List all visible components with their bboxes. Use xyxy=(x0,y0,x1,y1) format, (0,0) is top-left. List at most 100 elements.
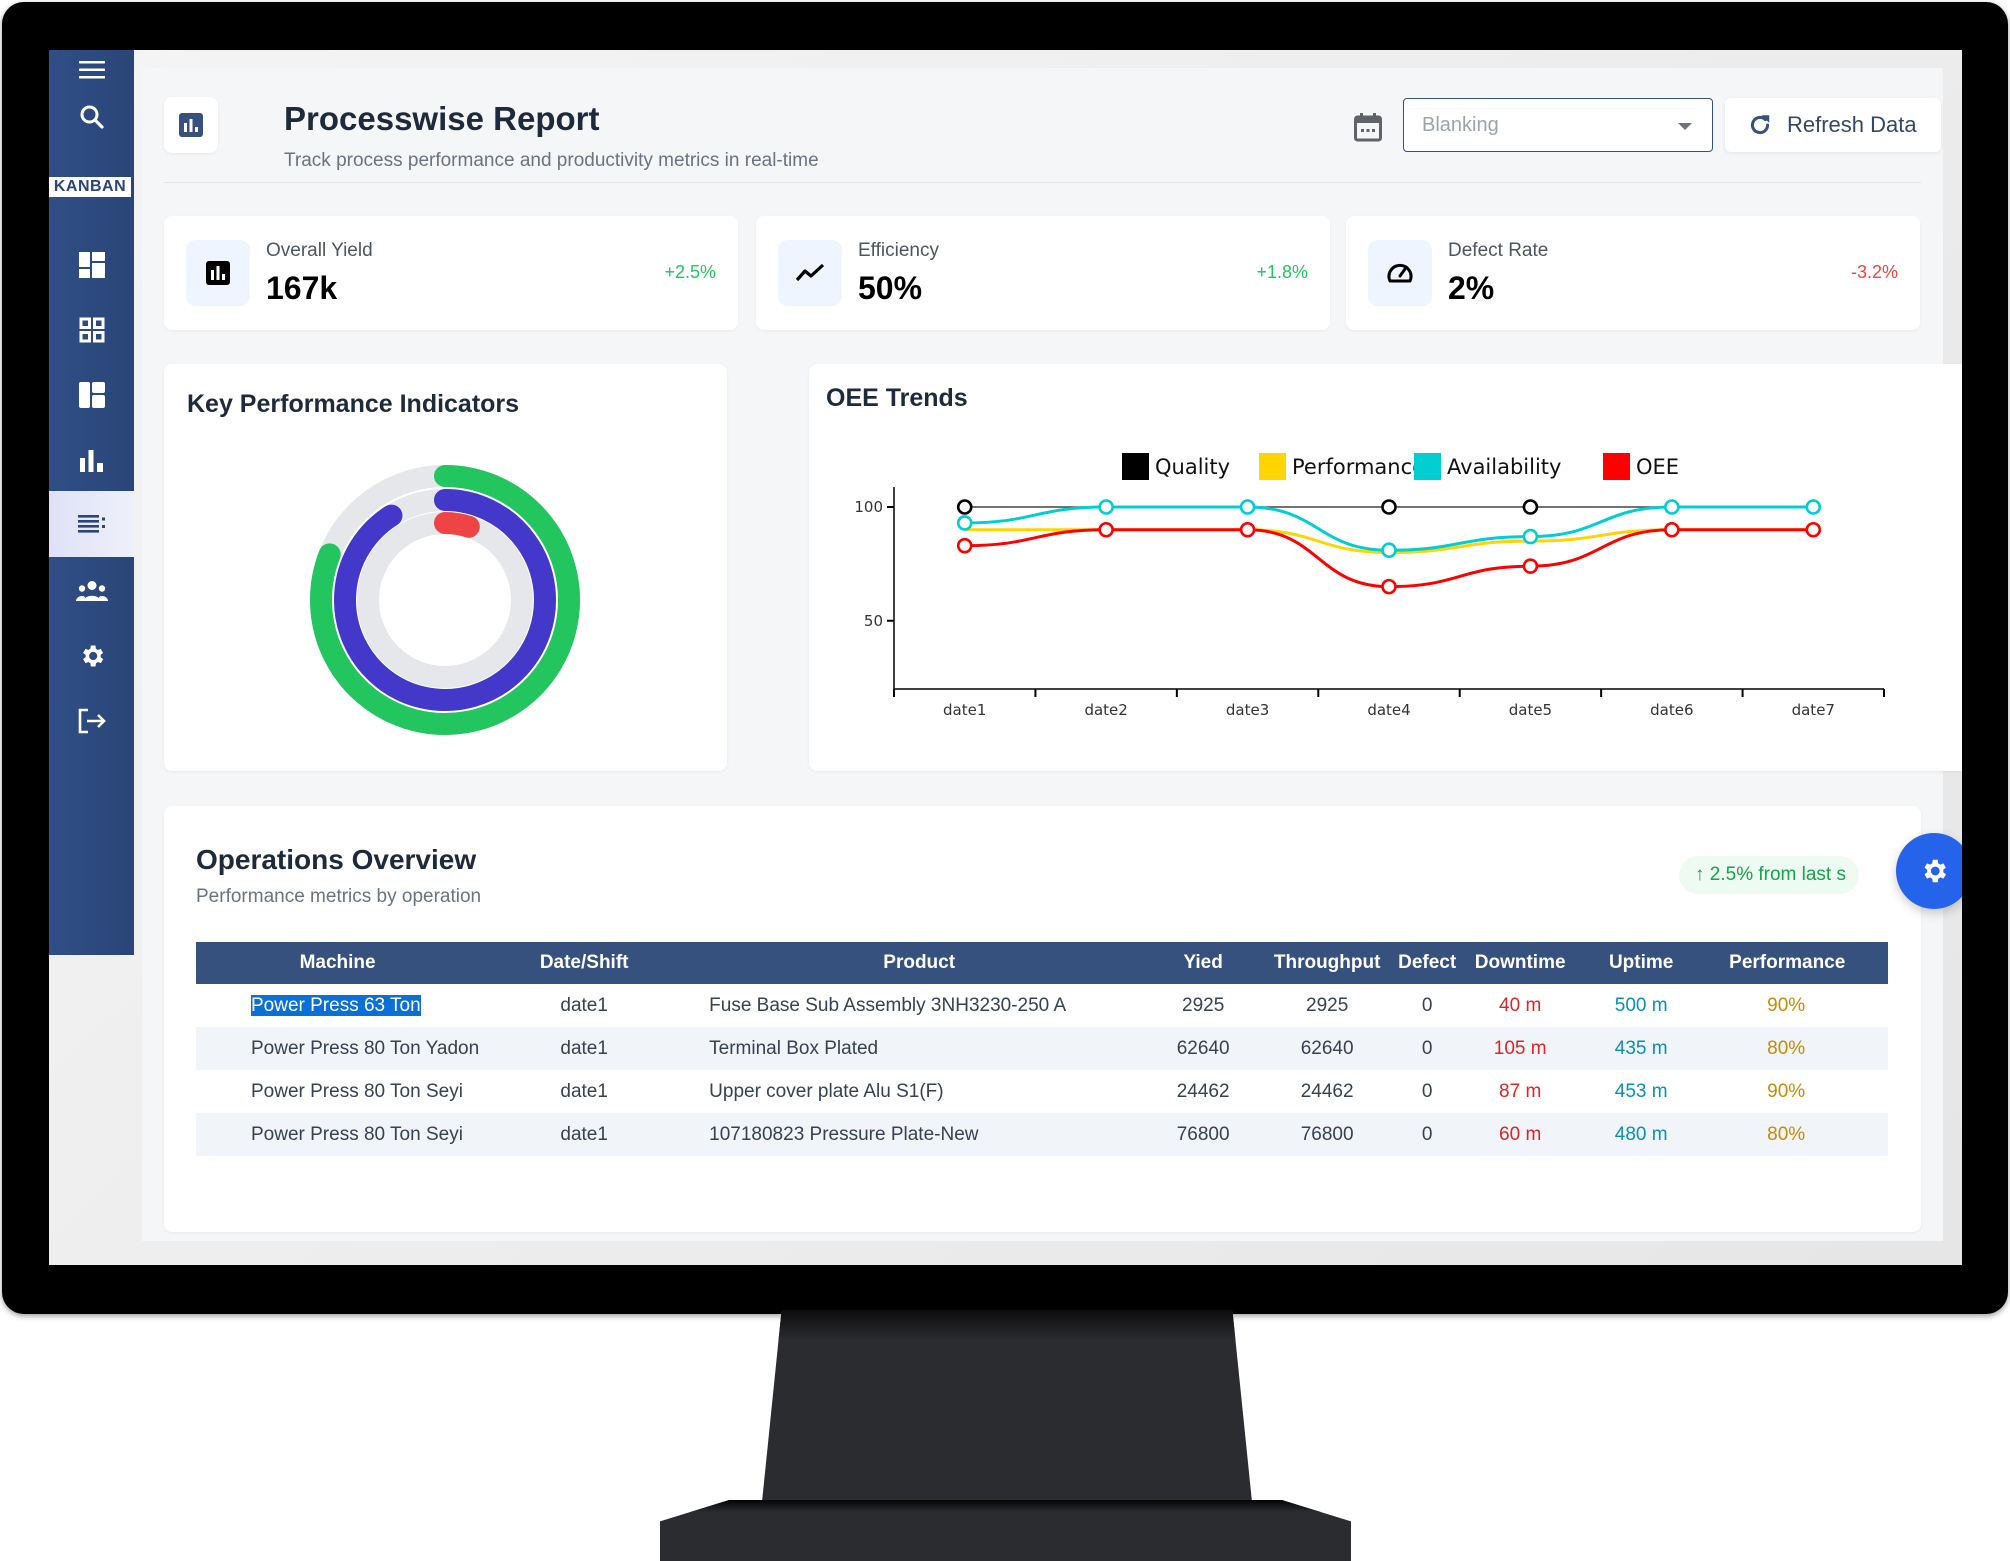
monitor-stand-neck xyxy=(762,1310,1252,1502)
stat-value: 50% xyxy=(858,270,923,306)
cell-machine-text: Power Press 80 Ton Seyi xyxy=(251,1080,463,1102)
column-header-product[interactable]: Product xyxy=(689,942,1150,984)
cell-machine-text: Power Press 63 Ton xyxy=(251,994,421,1016)
data-point-oee[interactable] xyxy=(1381,578,1397,595)
column-header-uptime[interactable]: Uptime xyxy=(1583,942,1700,984)
logout-icon xyxy=(78,708,106,734)
data-point-availability[interactable] xyxy=(1522,528,1539,545)
cell-machine: Power Press 80 Ton Seyi xyxy=(196,1113,480,1156)
main-content: Processwise Report Track process perform… xyxy=(142,68,1962,1241)
sidebar-item-grid[interactable] xyxy=(49,305,134,355)
people-icon xyxy=(75,581,108,601)
x-tick-label: date7 xyxy=(1792,701,1835,719)
data-point-oee[interactable] xyxy=(1664,521,1680,538)
refresh-data-button[interactable]: Refresh Data xyxy=(1725,98,1941,152)
stat-card-defect-rate: Defect Rate 2% -3.2% xyxy=(1346,216,1920,330)
legend-label-oee[interactable]: OEE xyxy=(1636,455,1679,479)
cell-performance-text: 90% xyxy=(1767,1080,1806,1102)
report-icon-tile xyxy=(164,97,218,153)
data-point-availability[interactable] xyxy=(1381,542,1397,559)
column-header-defect[interactable]: Defect xyxy=(1397,942,1458,984)
search-icon[interactable] xyxy=(49,98,134,136)
sidebar-item-users[interactable] xyxy=(49,566,134,616)
legend-label-availability[interactable]: Availability xyxy=(1447,455,1561,479)
table-header-row: Machine Date/Shift Product Yied Throughp… xyxy=(196,942,1888,984)
stat-delta: +2.5% xyxy=(664,262,716,282)
cell-defect-text: 0 xyxy=(1421,1037,1433,1059)
data-point-oee[interactable] xyxy=(1098,521,1114,538)
legend-label-quality[interactable]: Quality xyxy=(1155,455,1230,479)
report-icon xyxy=(179,113,203,137)
cell-yield: 2925 xyxy=(1149,984,1257,1027)
column-header-throughput[interactable]: Throughput xyxy=(1257,942,1398,984)
cell-uptime-text: 435 m xyxy=(1614,1037,1668,1059)
cell-throughput-text: 62640 xyxy=(1300,1037,1354,1059)
cell-yield-text: 2925 xyxy=(1182,994,1225,1016)
data-point-availability[interactable] xyxy=(1805,499,1822,515)
cell-yield-text: 24462 xyxy=(1176,1080,1230,1102)
sidebar-item-dashboard[interactable] xyxy=(49,240,134,290)
data-point-availability[interactable] xyxy=(1098,499,1114,515)
sidebar-item-logout[interactable] xyxy=(49,696,134,746)
column-header-machine[interactable]: Machine xyxy=(196,942,480,984)
table-row[interactable]: Power Press 80 Ton Seyi date1 107180823 Pr… xyxy=(196,1113,1888,1156)
sidebar-item-processwise[interactable] xyxy=(49,491,134,557)
bar-chart-icon xyxy=(206,261,230,285)
cell-downtime: 60 m xyxy=(1457,1113,1584,1156)
data-point-quality[interactable] xyxy=(1381,499,1397,515)
data-point-availability[interactable] xyxy=(1664,499,1680,515)
cell-date-shift: date1 xyxy=(479,984,689,1027)
cell-downtime: 105 m xyxy=(1457,1027,1584,1070)
data-point-oee[interactable] xyxy=(1805,521,1822,538)
column-header-date-shift[interactable]: Date/Shift xyxy=(479,942,690,984)
process-select[interactable]: Blanking xyxy=(1403,98,1713,152)
legend-label-performance[interactable]: Performance xyxy=(1292,455,1425,479)
column-header-performance[interactable]: Performance xyxy=(1699,942,1888,984)
data-point-availability[interactable] xyxy=(1239,499,1256,515)
x-tick-label: date6 xyxy=(1650,701,1693,719)
screen: KANBAN Processwise Report Track process … xyxy=(49,50,1962,1265)
menu-icon[interactable] xyxy=(49,52,134,88)
data-point-oee[interactable] xyxy=(1239,521,1256,538)
cell-product-text: Upper cover plate Alu S1(F) xyxy=(709,1080,944,1102)
stat-delta: -3.2% xyxy=(1850,262,1898,282)
data-point-quality[interactable] xyxy=(956,499,973,515)
stat-card-overall-yield: Overall Yield 167k +2.5% xyxy=(164,216,738,330)
legend-swatch-availability xyxy=(1414,453,1441,480)
sidebar-item-settings[interactable] xyxy=(49,631,134,681)
column-header-downtime[interactable]: Downtime xyxy=(1457,942,1584,984)
y-tick-label: 100 xyxy=(854,498,883,516)
cell-machine: Power Press 80 Ton Seyi xyxy=(196,1070,479,1113)
data-point-oee[interactable] xyxy=(1522,558,1539,574)
cell-throughput-text: 76800 xyxy=(1300,1123,1354,1145)
trend-icon xyxy=(795,263,825,282)
table-row[interactable]: Power Press 63 Ton date1 Fuse Base Sub Ass… xyxy=(196,984,1888,1027)
gear-icon xyxy=(1924,859,1946,883)
data-point-availability[interactable] xyxy=(956,515,973,531)
cell-date-shift: date1 xyxy=(479,1027,690,1070)
data-point-oee[interactable] xyxy=(956,537,973,554)
settings-fab[interactable] xyxy=(1896,833,1962,909)
cell-defect-text: 0 xyxy=(1421,994,1433,1016)
radial-bar-inner[interactable] xyxy=(434,512,480,538)
table-row[interactable]: Power Press 80 Ton Yadon date1 Terminal Bo… xyxy=(196,1027,1888,1070)
calendar-button[interactable] xyxy=(1354,112,1386,144)
sidebar-item-reports[interactable] xyxy=(49,435,134,485)
cell-yield: 24462 xyxy=(1149,1070,1257,1113)
data-point-quality[interactable] xyxy=(1522,499,1539,515)
cell-date-shift-text: date1 xyxy=(560,1037,608,1059)
cell-uptime-text: 453 m xyxy=(1614,1080,1668,1102)
cell-performance: 80% xyxy=(1699,1027,1888,1070)
page-title: Processwise Report xyxy=(284,100,600,137)
cell-downtime-text: 87 m xyxy=(1499,1080,1542,1102)
sidebar-item-layout[interactable] xyxy=(49,370,134,420)
operations-table: Machine Date/Shift Product Yied Throughp… xyxy=(196,942,1888,1156)
cell-machine: Power Press 80 Ton Yadon xyxy=(196,1027,480,1070)
cell-performance: 90% xyxy=(1699,1070,1888,1113)
column-header-yield[interactable]: Yied xyxy=(1149,942,1258,984)
cell-downtime-text: 40 m xyxy=(1499,994,1542,1016)
layout-icon xyxy=(78,382,105,408)
table-row[interactable]: Power Press 80 Ton Seyi date1 Upper cover … xyxy=(196,1070,1888,1113)
sidebar: KANBAN xyxy=(49,50,134,955)
operations-panel: Operations Overview Performance metrics … xyxy=(164,806,1921,1232)
